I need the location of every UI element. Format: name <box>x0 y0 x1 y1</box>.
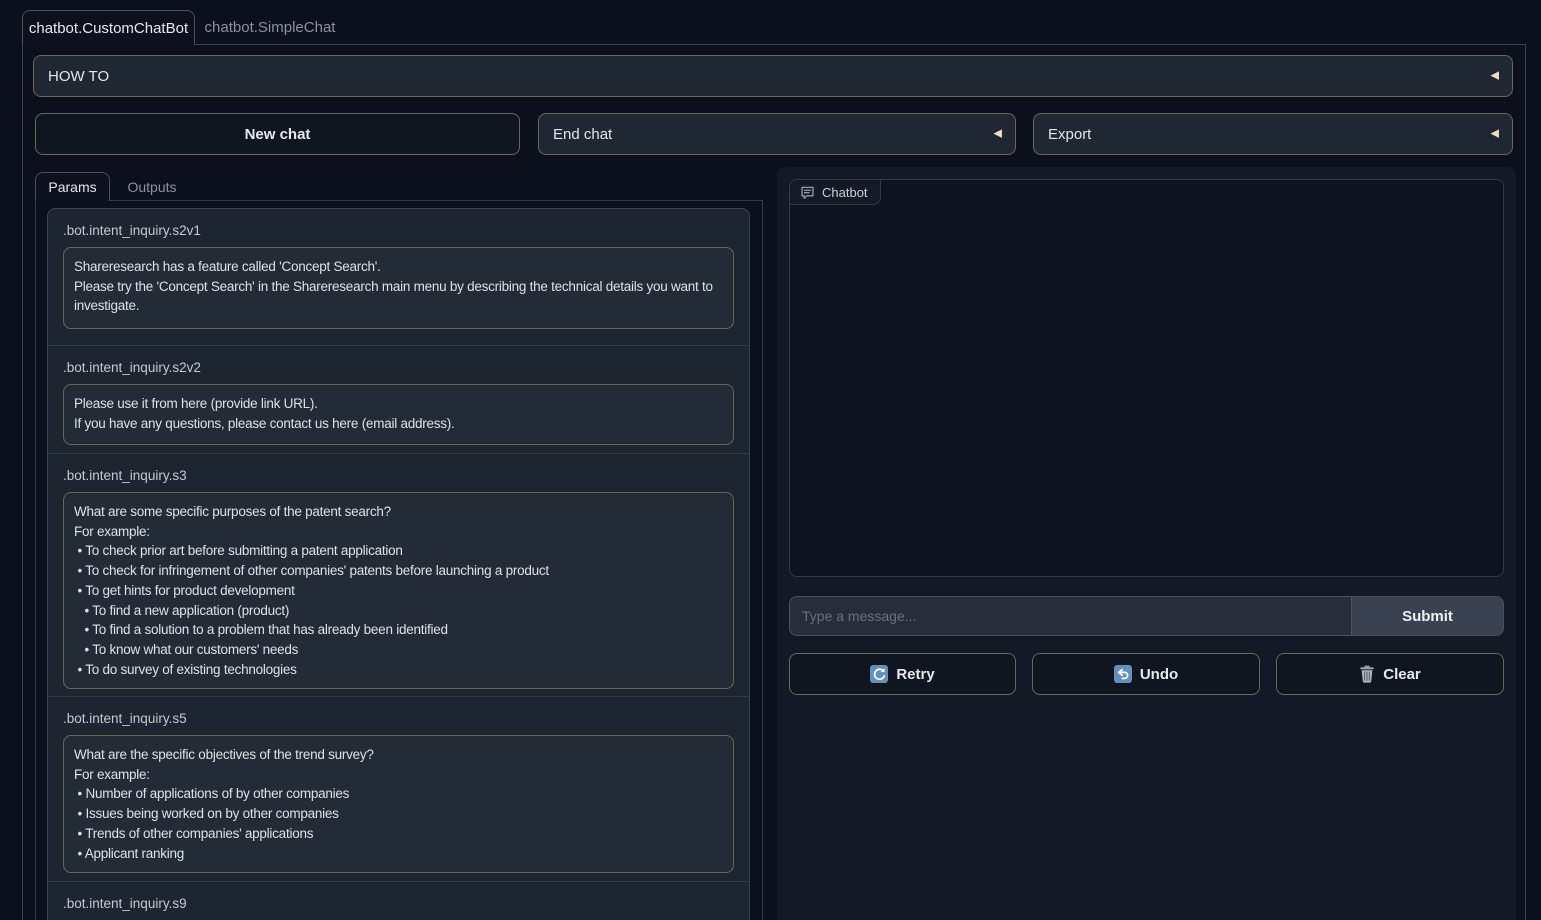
chatbot-message-area: Chatbot <box>789 179 1504 577</box>
chat-column-panel: Chatbot Submit Retry Undo <box>777 167 1516 920</box>
param-field: .bot.intent_inquiry.s2v2 Please use it f… <box>48 345 749 453</box>
chat-bubble-icon <box>800 185 815 200</box>
retry-icon <box>870 665 888 683</box>
how-to-accordion-label: HOW TO <box>48 68 109 85</box>
export-accordion-label: Export <box>1048 126 1091 143</box>
chatbot-label-chip: Chatbot <box>790 180 881 205</box>
tab-params[interactable]: Params <box>35 172 110 201</box>
trash-icon <box>1359 665 1375 683</box>
param-field-textarea[interactable]: Please use it from here (provide link UR… <box>63 384 734 445</box>
tab-simple-chat[interactable]: chatbot.SimpleChat <box>196 10 344 45</box>
retry-button[interactable]: Retry <box>789 653 1016 695</box>
message-composer: Submit <box>789 596 1504 636</box>
param-field: .bot.intent_inquiry.s3 What are some spe… <box>48 453 749 696</box>
param-field-label: .bot.intent_inquiry.s2v2 <box>63 359 734 376</box>
tab-custom-chatbot-label: chatbot.CustomChatBot <box>29 20 188 37</box>
undo-icon <box>1114 665 1132 683</box>
end-chat-accordion-label: End chat <box>553 126 612 143</box>
how-to-accordion[interactable]: HOW TO ◀ <box>33 55 1513 97</box>
tab-outputs[interactable]: Outputs <box>110 172 194 201</box>
param-field-label: .bot.intent_inquiry.s3 <box>63 467 734 484</box>
export-accordion[interactable]: Export ◀ <box>1033 113 1513 155</box>
submit-button-label: Submit <box>1402 608 1453 625</box>
undo-button-label: Undo <box>1140 666 1178 683</box>
new-chat-button-label: New chat <box>245 126 311 143</box>
app-window: chatbot.CustomChatBot chatbot.SimpleChat… <box>0 0 1541 920</box>
clear-button-label: Clear <box>1383 666 1421 683</box>
chevron-left-icon: ◀ <box>994 129 1002 140</box>
new-chat-button[interactable]: New chat <box>35 113 520 155</box>
params-form: .bot.intent_inquiry.s2v1 Shareresearch h… <box>47 208 750 920</box>
chevron-left-icon: ◀ <box>1491 71 1499 82</box>
param-field-label: .bot.intent_inquiry.s2v1 <box>63 222 734 239</box>
retry-button-label: Retry <box>896 666 934 683</box>
chatbot-label: Chatbot <box>822 185 868 200</box>
param-field: .bot.intent_inquiry.s9 <box>48 881 749 920</box>
submit-button[interactable]: Submit <box>1351 597 1503 635</box>
undo-button[interactable]: Undo <box>1032 653 1260 695</box>
end-chat-accordion[interactable]: End chat ◀ <box>538 113 1016 155</box>
param-field: .bot.intent_inquiry.s5 What are the spec… <box>48 696 749 881</box>
tab-simple-chat-label: chatbot.SimpleChat <box>205 19 336 36</box>
param-field-textarea[interactable]: Shareresearch has a feature called 'Conc… <box>63 247 734 329</box>
param-field-label: .bot.intent_inquiry.s5 <box>63 710 734 727</box>
clear-button[interactable]: Clear <box>1276 653 1504 695</box>
tab-outputs-label: Outputs <box>127 179 176 195</box>
tab-params-label: Params <box>48 179 96 195</box>
tab-custom-chatbot[interactable]: chatbot.CustomChatBot <box>22 10 195 45</box>
chevron-left-icon: ◀ <box>1491 129 1499 140</box>
param-field: .bot.intent_inquiry.s2v1 Shareresearch h… <box>48 209 749 345</box>
param-field-textarea[interactable]: What are the specific objectives of the … <box>63 735 734 873</box>
param-field-textarea[interactable]: What are some specific purposes of the p… <box>63 492 734 689</box>
param-field-label: .bot.intent_inquiry.s9 <box>63 895 734 912</box>
message-input[interactable] <box>790 597 1351 635</box>
